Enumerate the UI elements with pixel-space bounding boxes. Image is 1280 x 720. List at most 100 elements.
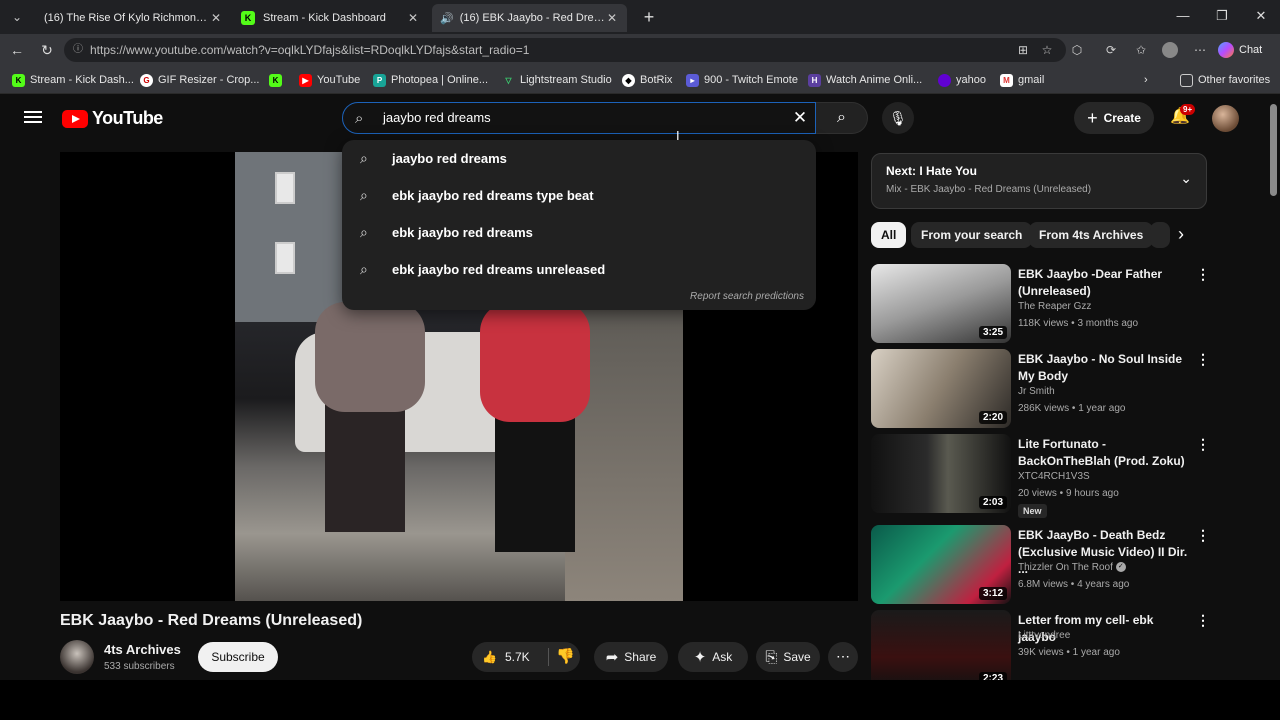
playlist-next-panel[interactable]: Next: I Hate You Mix - EBK Jaaybo - Red … [871, 153, 1207, 209]
chip-all[interactable]: All [871, 222, 907, 248]
chevron-down-icon[interactable]: ⌄ [1180, 170, 1192, 187]
search-box[interactable]: ⌕ jaaybo red dreams ✕ [342, 102, 816, 134]
share-icon: ➦ [605, 649, 619, 666]
app-available-icon[interactable]: ⊞ [1015, 42, 1031, 58]
tab-kick-dashboard[interactable]: K Stream - Kick Dashboard ✕ [233, 4, 428, 32]
related-video[interactable]: 2:23 Letter from my cell- ebk jaaybo Lit… [871, 610, 1211, 680]
maximize-icon[interactable]: ❐ [1212, 8, 1232, 24]
channel-avatar[interactable] [60, 640, 94, 674]
more-vert-icon[interactable]: ⋮ [1196, 527, 1210, 544]
report-predictions-link[interactable]: Report search predictions [690, 291, 804, 302]
bookmark-label: BotRix [640, 74, 673, 86]
scrollbar-thumb[interactable] [1270, 104, 1277, 196]
new-tab-icon[interactable]: + [640, 7, 658, 27]
create-button[interactable]: + Create [1074, 102, 1154, 134]
yahoo-icon [938, 73, 951, 87]
extensions-icon[interactable]: ⬡ [1069, 42, 1085, 58]
bookmark-label: gmail [1018, 74, 1045, 86]
video-thumbnail[interactable]: 3:25 [871, 264, 1011, 343]
more-vert-icon[interactable]: ⋮ [1196, 612, 1210, 629]
subscribe-button[interactable]: Subscribe [198, 642, 278, 672]
tab-title: Stream - Kick Dashboard [263, 12, 386, 24]
search-button[interactable]: ⌕ [816, 102, 868, 134]
clear-search-icon[interactable]: ✕ [789, 107, 811, 129]
settings-more-icon[interactable]: ⋯ [1192, 42, 1208, 58]
tab-red-dreams[interactable]: ▶ 🔊 (16) EBK Jaaybo - Red Dreams ✕ [432, 4, 627, 114]
related-title: Lite Fortunato - BackOnTheBlah (Prod. Zo… [1018, 437, 1185, 468]
bookmark-kick[interactable]: K [269, 72, 287, 88]
search-input[interactable]: jaaybo red dreams [383, 110, 491, 125]
video-thumbnail[interactable]: 2:03 [871, 434, 1011, 513]
suggestion-item[interactable]: ⌕ ebk jaaybo red dreams type beat [342, 177, 816, 213]
ask-button[interactable]: ✦ Ask [678, 642, 748, 672]
collections-icon[interactable]: ⟳ [1103, 42, 1119, 58]
url-field[interactable]: ⓘ https://www.youtube.com/watch?v=oqlkLY… [64, 38, 1066, 62]
thumbs-down-icon[interactable]: 👎 [556, 642, 575, 672]
bookmark-youtube[interactable]: ▶ YouTube [299, 72, 360, 88]
bookmark-botrix[interactable]: ◆ BotRix [622, 72, 672, 88]
chip-from-your-search[interactable]: From your search [911, 222, 1033, 248]
youtube-page: YouTube ⌕ jaaybo red dreams ✕ ⌕ 🎙 + Crea… [4, 96, 1268, 680]
bookmark-gmail[interactable]: Mgmail [1000, 72, 1044, 88]
bookmarks-bar: K Stream - Kick Dash... G GIF Resizer - Cr… [0, 66, 1280, 94]
close-icon[interactable]: ✕ [209, 11, 223, 25]
suggestion-item[interactable]: ⌕ ebk jaaybo red dreams [342, 214, 816, 250]
tab-actions-menu-icon[interactable]: ⌄ [6, 6, 28, 28]
video-thumbnail[interactable]: 2:23 [871, 610, 1011, 680]
speaker-icon[interactable]: 🔊 [440, 12, 454, 25]
account-avatar[interactable] [1212, 105, 1239, 132]
youtube-logo[interactable]: YouTube [62, 108, 163, 129]
duration-badge: 2:23 [978, 672, 1007, 680]
suggestion-item[interactable]: ⌕ ebk jaaybo red dreams unreleased [342, 251, 816, 287]
voice-search-icon[interactable]: 🎙 [882, 102, 914, 134]
chevron-right-icon[interactable]: › [1178, 224, 1184, 245]
favorite-star-icon[interactable]: ☆ [1039, 42, 1055, 58]
copilot-chat-button[interactable]: Chat [1218, 40, 1262, 60]
related-title: EBK Jaaybo - No Soul Inside My Body [1018, 352, 1183, 383]
like-button[interactable]: 👍 5.7K [482, 642, 530, 672]
back-icon[interactable]: ← [7, 40, 27, 60]
window-close-icon[interactable]: ✕ [1251, 8, 1271, 24]
chip-from-4ts-archives[interactable]: From 4ts Archives [1029, 222, 1154, 248]
bookmark-twitch-emote[interactable]: ▸ 900 - Twitch Emote [686, 72, 798, 88]
save-button[interactable]: ⎘ Save [756, 642, 820, 672]
video-thumbnail[interactable]: 3:12 [871, 525, 1011, 604]
bookmark-label: Other favorites [1198, 74, 1271, 86]
bookmark-yahoo[interactable]: yahoo [938, 72, 986, 88]
close-icon[interactable]: ✕ [406, 11, 420, 25]
more-actions-icon[interactable]: ⋯ [828, 642, 858, 672]
channel-name[interactable]: 4ts Archives [104, 642, 181, 657]
related-video[interactable]: 3:12 EBK JaayBo - Death Bedz (Exclusive … [871, 525, 1211, 605]
search-icon: ⌕ [360, 260, 368, 277]
minimize-icon[interactable]: — [1173, 8, 1193, 23]
tab-kylo-richmond[interactable]: ▶ (16) The Rise Of Kylo Richmond... ✕ [36, 4, 231, 114]
suggestion-text: ebk jaaybo red dreams type beat [392, 187, 594, 203]
site-info-icon[interactable]: ⓘ [73, 38, 83, 62]
bookmark-kick-dashboard[interactable]: K Stream - Kick Dash... [12, 72, 134, 88]
bookmark-gif-resizer[interactable]: G GIF Resizer - Crop... [140, 72, 259, 88]
close-icon[interactable]: ✕ [605, 11, 619, 25]
chip-overflow[interactable] [1150, 222, 1170, 248]
verified-icon: ✓ [1115, 562, 1126, 573]
more-vert-icon[interactable]: ⋮ [1196, 266, 1210, 283]
bookmark-lightstream[interactable]: ▽ Lightstream Studio [502, 72, 611, 88]
profile-icon[interactable] [1162, 42, 1178, 58]
other-favorites[interactable]: Other favorites [1180, 72, 1270, 88]
page-scrollbar[interactable] [1268, 96, 1280, 680]
related-video[interactable]: 3:25 EBK Jaaybo -Dear Father (Unreleased… [871, 264, 1211, 344]
related-video[interactable]: 2:03 Lite Fortunato - BackOnTheBlah (Pro… [871, 434, 1211, 518]
menu-icon[interactable] [24, 108, 42, 128]
bookmark-photopea[interactable]: P Photopea | Online... [373, 72, 488, 88]
botrix-icon: ◆ [622, 73, 635, 87]
more-vert-icon[interactable]: ⋮ [1196, 436, 1210, 453]
suggestion-item[interactable]: ⌕ jaaybo red dreams [342, 140, 816, 176]
share-button[interactable]: ➦ Share [594, 642, 668, 672]
bookmarks-overflow-icon[interactable]: › [1144, 72, 1148, 88]
favorites-icon[interactable]: ✩ [1133, 42, 1149, 58]
video-thumbnail[interactable]: 2:20 [871, 349, 1011, 428]
subscriber-count: 533 subscribers [104, 661, 175, 672]
bookmark-watch-anime[interactable]: H Watch Anime Onli... [808, 72, 922, 88]
more-vert-icon[interactable]: ⋮ [1196, 351, 1210, 368]
related-video[interactable]: 2:20 EBK Jaaybo - No Soul Inside My Body… [871, 349, 1211, 429]
refresh-icon[interactable]: ↻ [37, 40, 57, 60]
